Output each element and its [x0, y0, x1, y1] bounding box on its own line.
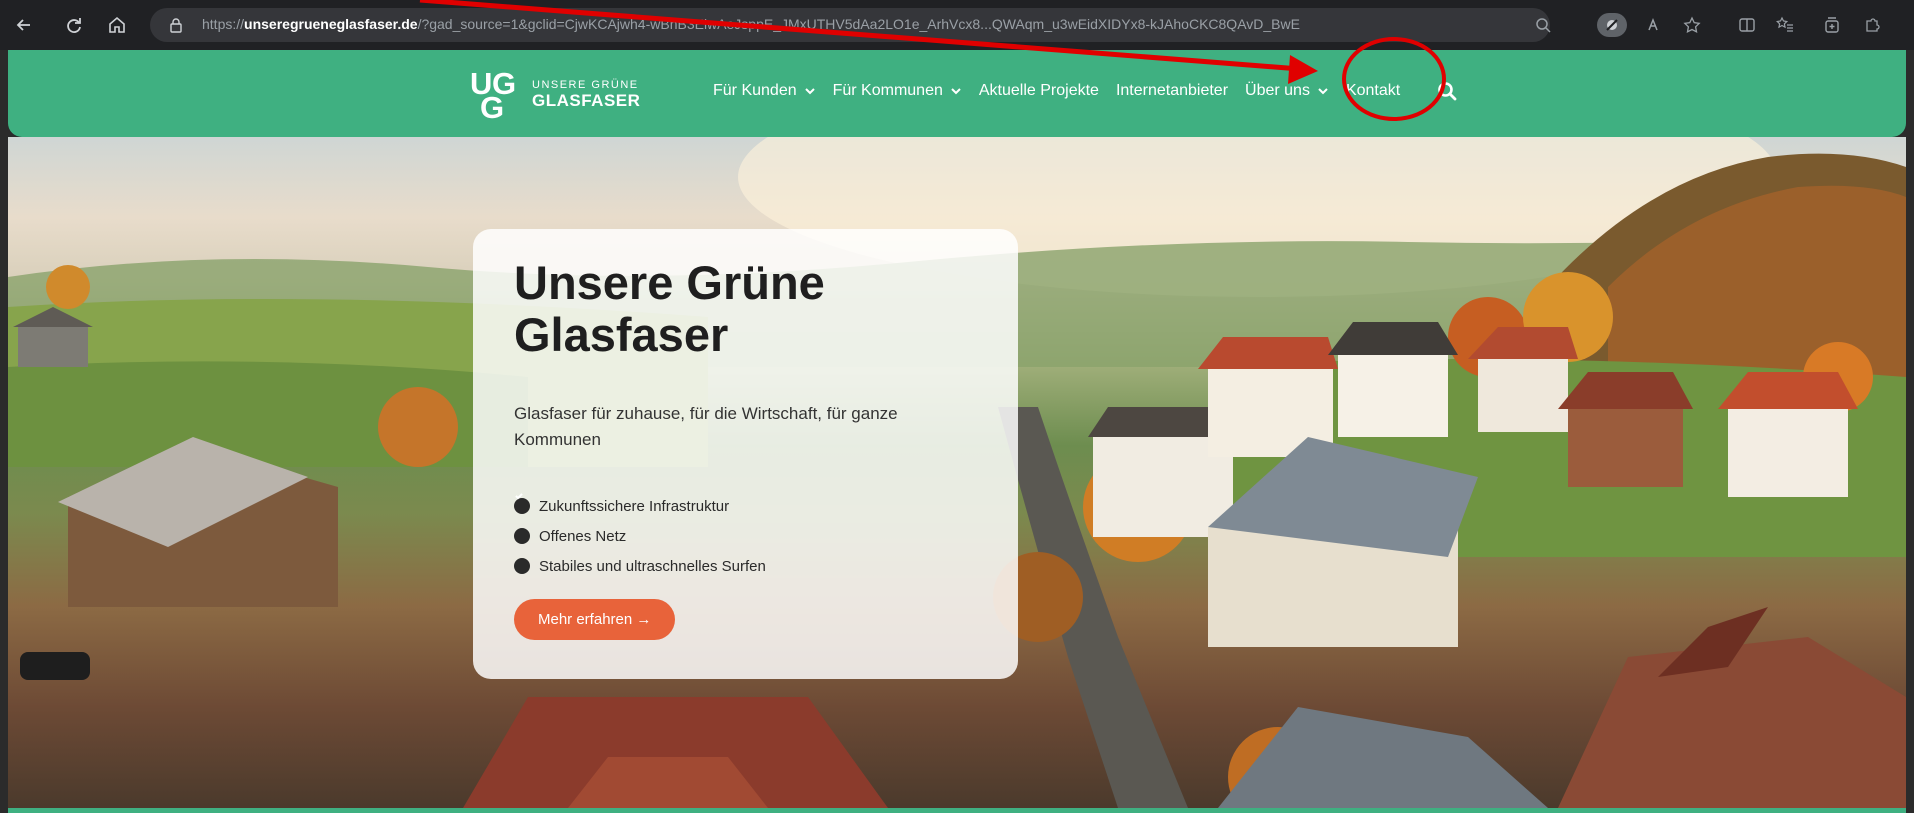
- feature-text: Stabiles und ultraschnelles Surfen: [539, 557, 766, 575]
- tracking-prevention-icon[interactable]: [1597, 13, 1627, 37]
- zoom-icon[interactable]: [1535, 17, 1551, 37]
- address-bar[interactable]: https://unseregrueneglasfaser.de/?gad_so…: [150, 8, 1551, 42]
- nav-label: Aktuelle Projekte: [978, 82, 1099, 99]
- site-header: U G G UNSERE GRÜNE GLASFASER Für Kunden …: [8, 50, 1906, 137]
- nav-item-kontakt[interactable]: Kontakt: [1346, 82, 1400, 100]
- site-logo[interactable]: U G G UNSERE GRÜNE GLASFASER: [470, 66, 641, 125]
- nav-item-aktuelle-projekte[interactable]: Aktuelle Projekte: [979, 82, 1099, 100]
- favorite-star-icon[interactable]: [1680, 13, 1704, 37]
- nav-item-fuer-kommunen[interactable]: Für Kommunen: [833, 82, 962, 100]
- nav-label: Internetanbieter: [1115, 82, 1229, 99]
- logo-line-2: GLASFASER: [532, 90, 641, 110]
- home-icon[interactable]: [105, 13, 129, 37]
- nav-label: Über uns: [1245, 82, 1310, 99]
- hero-title: Unsere Grüne Glasfaser: [514, 256, 825, 361]
- list-item: Zukunftssichere Infrastruktur: [514, 491, 766, 521]
- search-icon[interactable]: [1437, 81, 1457, 101]
- reload-icon[interactable]: [62, 13, 86, 37]
- back-icon[interactable]: [12, 13, 36, 37]
- check-circle-icon: [514, 493, 530, 574]
- feature-list: Zukunftssichere Infrastruktur Offenes Ne…: [514, 491, 766, 581]
- hero-section: Unsere Grüne Glasfaser Glasfaser für zuh…: [8, 137, 1906, 808]
- footer-strip: [8, 808, 1906, 813]
- list-item: Stabiles und ultraschnelles Surfen: [514, 493, 766, 581]
- list-item: Offenes Netz: [514, 493, 766, 551]
- check-circle-icon: [514, 493, 530, 544]
- read-aloud-icon[interactable]: [1643, 13, 1667, 37]
- feature-text: Offenes Netz: [539, 527, 627, 545]
- hero-subtitle: Glasfaser für zuhause, für die Wirtschaf…: [514, 404, 898, 449]
- main-navigation: Für Kunden Für Kommunen Aktuelle Projekt…: [713, 81, 1457, 101]
- nav-item-ueber-uns[interactable]: Über uns: [1245, 82, 1329, 100]
- nav-item-fuer-kunden[interactable]: Für Kunden: [713, 82, 816, 100]
- favorites-list-icon[interactable]: [1773, 13, 1797, 37]
- logo-mark: U G G: [470, 66, 517, 125]
- chevron-down-icon: [804, 88, 815, 95]
- feature-text: Zukunftssichere Infrastruktur: [539, 497, 730, 515]
- chevron-down-icon: [1318, 88, 1328, 95]
- nav-label: Kontakt: [1345, 82, 1401, 99]
- nav-label: Für Kunden: [713, 82, 797, 99]
- chevron-down-icon: [951, 88, 961, 95]
- collections-icon[interactable]: [1820, 13, 1844, 37]
- browser-toolbar: https://unseregrueneglasfaser.de/?gad_so…: [0, 0, 1914, 50]
- nav-label: Für Kommunen: [832, 82, 943, 99]
- mehr-erfahren-button[interactable]: Mehr erfahren →: [514, 599, 676, 640]
- url-text: https://unseregrueneglasfaser.de/?gad_so…: [202, 16, 1300, 32]
- hero-card: Unsere Grüne Glasfaser Glasfaser für zuh…: [473, 229, 1018, 679]
- lock-icon[interactable]: [168, 17, 184, 33]
- split-screen-icon[interactable]: [1735, 13, 1759, 37]
- nav-item-internetanbieter[interactable]: Internetanbieter: [1116, 82, 1228, 100]
- extensions-icon[interactable]: [1860, 13, 1884, 37]
